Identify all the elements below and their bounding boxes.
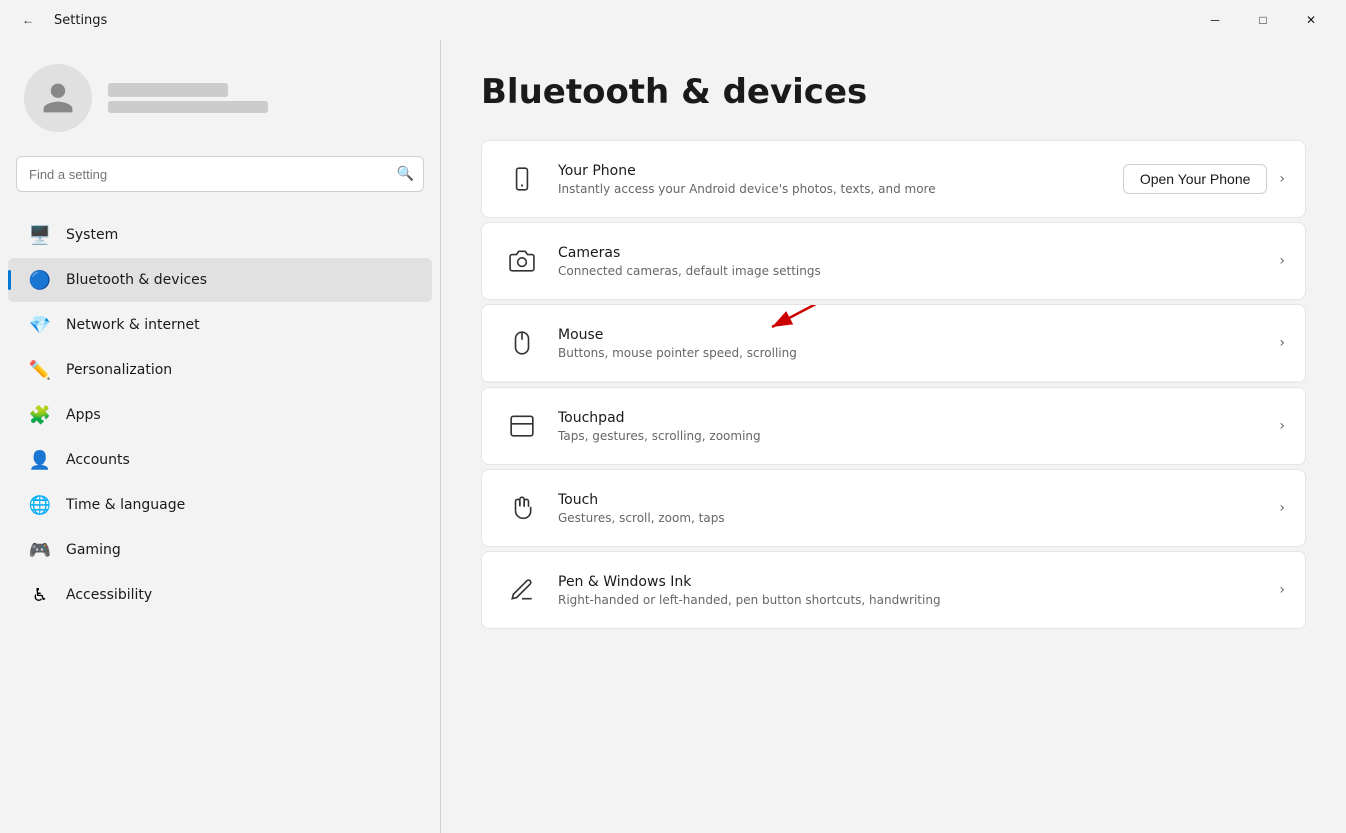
avatar: [24, 64, 92, 132]
apps-icon: 🧩: [28, 403, 52, 427]
search-icon: 🔍: [397, 166, 414, 182]
page-title: Bluetooth & devices: [481, 72, 1306, 112]
touch-title: Touch: [558, 492, 1279, 508]
nav-item-system[interactable]: 🖥️ System: [8, 213, 432, 257]
title-bar-left: ← Settings: [12, 4, 107, 36]
pen-card: Pen & Windows Ink Right-handed or left-h…: [481, 551, 1306, 629]
nav-label-system: System: [66, 227, 118, 243]
your-phone-title: Your Phone: [558, 163, 1123, 179]
nav-menu: 🖥️ System 🔵 Bluetooth & devices 💎 Networ…: [0, 212, 440, 618]
your-phone-desc: Instantly access your Android device's p…: [558, 182, 1123, 196]
open-your-phone-button[interactable]: Open Your Phone: [1123, 164, 1268, 194]
mouse-chevron: ›: [1279, 335, 1285, 351]
touch-desc: Gestures, scroll, zoom, taps: [558, 511, 1279, 525]
your-phone-chevron: ›: [1279, 171, 1285, 187]
touchpad-action: ›: [1279, 418, 1285, 434]
user-avatar-icon: [40, 80, 76, 116]
accounts-icon: 👤: [28, 448, 52, 472]
mouse-action: ›: [1279, 335, 1285, 351]
nav-item-accessibility[interactable]: ♿ Accessibility: [8, 573, 432, 617]
nav-label-bluetooth: Bluetooth & devices: [66, 272, 207, 288]
search-box: 🔍: [16, 156, 424, 192]
nav-item-network[interactable]: 💎 Network & internet: [8, 303, 432, 347]
title-bar: ← Settings ─ □ ✕: [0, 0, 1346, 40]
minimize-button[interactable]: ─: [1192, 4, 1238, 36]
touchpad-title: Touchpad: [558, 410, 1279, 426]
nav-label-network: Network & internet: [66, 317, 200, 333]
bluetooth-icon: 🔵: [28, 268, 52, 292]
close-button[interactable]: ✕: [1288, 4, 1334, 36]
nav-label-gaming: Gaming: [66, 542, 121, 558]
sidebar: 🔍 🖥️ System 🔵 Bluetooth & devices 💎 Netw…: [0, 40, 440, 833]
nav-label-time: Time & language: [66, 497, 185, 513]
nav-item-gaming[interactable]: 🎮 Gaming: [8, 528, 432, 572]
user-section: [0, 56, 440, 156]
nav-item-personalization[interactable]: ✏️ Personalization: [8, 348, 432, 392]
nav-label-apps: Apps: [66, 407, 101, 423]
personalization-icon: ✏️: [28, 358, 52, 382]
your-phone-item[interactable]: Your Phone Instantly access your Android…: [482, 141, 1305, 217]
touch-item[interactable]: Touch Gestures, scroll, zoom, taps ›: [482, 470, 1305, 546]
touchpad-chevron: ›: [1279, 418, 1285, 434]
phone-icon: [502, 159, 542, 199]
nav-label-personalization: Personalization: [66, 362, 172, 378]
pen-chevron: ›: [1279, 582, 1285, 598]
gaming-icon: 🎮: [28, 538, 52, 562]
mouse-title: Mouse: [558, 327, 1279, 343]
app-container: 🔍 🖥️ System 🔵 Bluetooth & devices 💎 Netw…: [0, 40, 1346, 833]
mouse-desc: Buttons, mouse pointer speed, scrolling: [558, 346, 1279, 360]
touch-card: Touch Gestures, scroll, zoom, taps ›: [481, 469, 1306, 547]
nav-label-accounts: Accounts: [66, 452, 130, 468]
cameras-card: Cameras Connected cameras, default image…: [481, 222, 1306, 300]
user-info: [108, 83, 268, 113]
mouse-icon: [502, 323, 542, 363]
mouse-item[interactable]: Mouse Buttons, mouse pointer speed, scro…: [482, 305, 1305, 382]
touchpad-desc: Taps, gestures, scrolling, zooming: [558, 429, 1279, 443]
cameras-title: Cameras: [558, 245, 1279, 261]
pen-title: Pen & Windows Ink: [558, 574, 1279, 590]
window-controls: ─ □ ✕: [1192, 4, 1334, 36]
touch-icon: [502, 488, 542, 528]
cameras-action: ›: [1279, 253, 1285, 269]
pen-action: ›: [1279, 582, 1285, 598]
accessibility-icon: ♿: [28, 583, 52, 607]
nav-label-accessibility: Accessibility: [66, 587, 152, 603]
touch-action: ›: [1279, 500, 1285, 516]
touch-chevron: ›: [1279, 500, 1285, 516]
touchpad-text: Touchpad Taps, gestures, scrolling, zoom…: [558, 410, 1279, 443]
user-email: [108, 101, 268, 113]
cameras-item[interactable]: Cameras Connected cameras, default image…: [482, 223, 1305, 299]
touch-text: Touch Gestures, scroll, zoom, taps: [558, 492, 1279, 525]
your-phone-action: Open Your Phone ›: [1123, 164, 1285, 194]
time-icon: 🌐: [28, 493, 52, 517]
search-input[interactable]: [16, 156, 424, 192]
your-phone-card: Your Phone Instantly access your Android…: [481, 140, 1306, 218]
cameras-text: Cameras Connected cameras, default image…: [558, 245, 1279, 278]
back-button[interactable]: ←: [12, 4, 44, 36]
mouse-text: Mouse Buttons, mouse pointer speed, scro…: [558, 327, 1279, 360]
touchpad-card: Touchpad Taps, gestures, scrolling, zoom…: [481, 387, 1306, 465]
main-content: Bluetooth & devices Your Phone Instantly…: [441, 40, 1346, 833]
your-phone-text: Your Phone Instantly access your Android…: [558, 163, 1123, 196]
mouse-card: Mouse Buttons, mouse pointer speed, scro…: [481, 304, 1306, 383]
nav-item-accounts[interactable]: 👤 Accounts: [8, 438, 432, 482]
cameras-desc: Connected cameras, default image setting…: [558, 264, 1279, 278]
pen-text: Pen & Windows Ink Right-handed or left-h…: [558, 574, 1279, 607]
app-title: Settings: [54, 13, 107, 28]
nav-item-apps[interactable]: 🧩 Apps: [8, 393, 432, 437]
system-icon: 🖥️: [28, 223, 52, 247]
cameras-chevron: ›: [1279, 253, 1285, 269]
network-icon: 💎: [28, 313, 52, 337]
user-name: [108, 83, 228, 97]
maximize-button[interactable]: □: [1240, 4, 1286, 36]
touchpad-icon: [502, 406, 542, 446]
camera-icon: [502, 241, 542, 281]
nav-item-time[interactable]: 🌐 Time & language: [8, 483, 432, 527]
touchpad-item[interactable]: Touchpad Taps, gestures, scrolling, zoom…: [482, 388, 1305, 464]
pen-item[interactable]: Pen & Windows Ink Right-handed or left-h…: [482, 552, 1305, 628]
pen-icon: [502, 570, 542, 610]
pen-desc: Right-handed or left-handed, pen button …: [558, 593, 1279, 607]
nav-item-bluetooth[interactable]: 🔵 Bluetooth & devices: [8, 258, 432, 302]
